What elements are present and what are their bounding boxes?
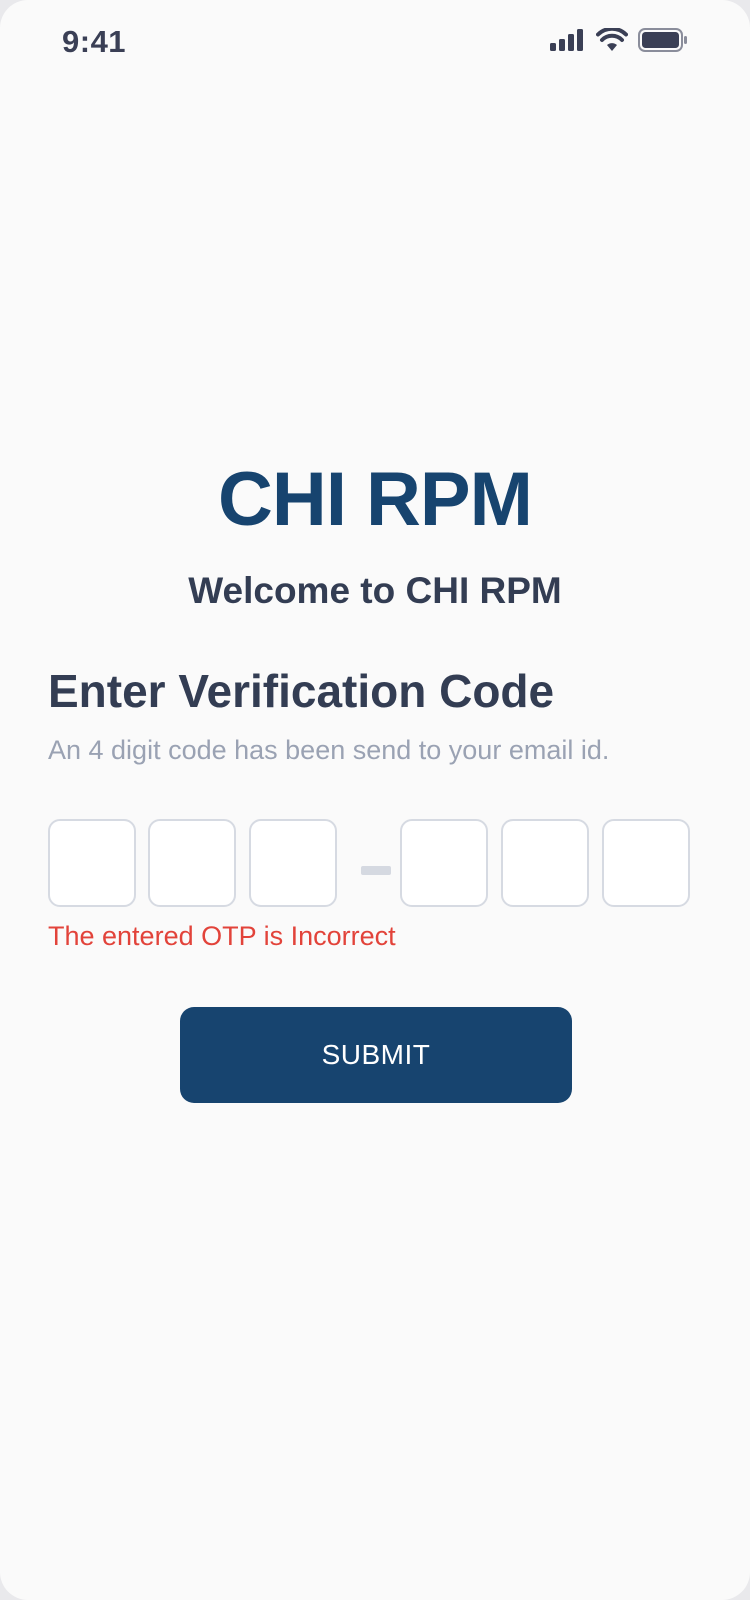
app-logo: CHI RPM (218, 457, 533, 542)
battery-icon (638, 28, 688, 52)
wifi-icon (596, 28, 628, 52)
submit-button[interactable]: SUBMIT (180, 1007, 572, 1103)
status-icons (550, 28, 688, 52)
otp-digit-2[interactable] (148, 819, 236, 907)
otp-input-group (48, 819, 704, 909)
signal-icon (550, 29, 586, 51)
otp-digit-3[interactable] (249, 819, 337, 907)
otp-digit-6[interactable] (602, 819, 690, 907)
app-screen: 9:41 CHI RPM Welcome to CHI RPM Enter Ve… (0, 0, 750, 1600)
status-time: 9:41 (62, 24, 127, 59)
otp-digit-1[interactable] (48, 819, 136, 907)
verification-heading: Enter Verification Code (48, 665, 555, 717)
otp-digit-4[interactable] (400, 819, 488, 907)
otp-error-message: The entered OTP is Incorrect (48, 921, 396, 951)
status-bar: 9:41 (0, 0, 750, 88)
welcome-text: Welcome to CHI RPM (188, 570, 562, 611)
otp-digit-5[interactable] (501, 819, 589, 907)
otp-separator (361, 866, 391, 875)
verification-subtext: An 4 digit code has been send to your em… (48, 735, 610, 765)
